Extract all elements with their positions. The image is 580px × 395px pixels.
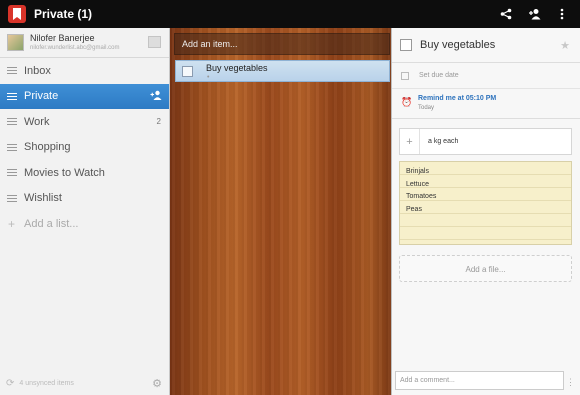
sidebar-item-label: Movies to Watch bbox=[24, 166, 105, 179]
subtask-text: a kg each bbox=[428, 138, 459, 145]
avatar bbox=[7, 34, 24, 51]
add-person-icon[interactable] bbox=[520, 0, 548, 28]
sidebar-item-wishlist[interactable]: Wishlist bbox=[0, 186, 169, 212]
detail-checkbox[interactable] bbox=[400, 39, 412, 51]
alarm-clock-icon: ⏰ bbox=[401, 97, 413, 107]
comment-input[interactable]: Add a comment... bbox=[395, 371, 564, 390]
task-title: Buy vegetables bbox=[206, 63, 268, 73]
subtask-item[interactable]: + a kg each bbox=[399, 128, 572, 155]
sidebar-item-private[interactable]: Private bbox=[0, 83, 169, 109]
sidebar-item-label: Shopping bbox=[24, 141, 71, 154]
reminder-day: Today bbox=[418, 105, 435, 111]
comment-overflow-icon[interactable]: ⋮ bbox=[566, 377, 575, 388]
sidebar-item-movies-to-watch[interactable]: Movies to Watch bbox=[0, 160, 169, 186]
detail-title[interactable]: Buy vegetables bbox=[420, 39, 495, 51]
profile-name: Nilofer Banerjee bbox=[30, 32, 95, 43]
share-list-icon[interactable] bbox=[150, 90, 162, 103]
list-icon bbox=[7, 194, 17, 202]
sidebar-item-label: Work bbox=[24, 115, 50, 128]
reminder-label: Remind me at 05:10 PM bbox=[418, 95, 497, 102]
set-due-date-row[interactable]: Set due date bbox=[392, 63, 580, 89]
sidebar-item-label: Private bbox=[24, 90, 59, 103]
sidebar-item-label: Wishlist bbox=[24, 192, 62, 205]
sidebar-footer: ⟳ 4 unsynced items ⚙ bbox=[0, 371, 169, 395]
inbox-tray-icon[interactable] bbox=[148, 36, 161, 48]
sync-icon[interactable]: ⟳ bbox=[6, 378, 14, 389]
reminder-row[interactable]: ⏰ Remind me at 05:10 PM Today bbox=[392, 89, 580, 119]
list-icon bbox=[7, 92, 17, 100]
note-line: Lettuce bbox=[406, 180, 429, 188]
share-icon[interactable] bbox=[492, 0, 520, 28]
top-action-bar: Private (1) bbox=[0, 0, 580, 28]
detail-header: Buy vegetables ★ bbox=[392, 28, 580, 63]
note-line: Brinjals bbox=[406, 168, 429, 175]
sidebar-item-shopping[interactable]: Shopping bbox=[0, 135, 169, 161]
note-line: Peas bbox=[406, 205, 422, 213]
add-item-input[interactable]: Add an item... bbox=[174, 33, 390, 55]
overflow-menu-icon[interactable] bbox=[548, 0, 576, 28]
list-icon bbox=[7, 169, 17, 177]
add-file-button[interactable]: Add a file... bbox=[399, 255, 572, 282]
task-row[interactable]: Buy vegetables • bbox=[175, 60, 390, 82]
task-detail-panel: Buy vegetables ★ Set due date ⏰ Remind m… bbox=[391, 28, 580, 395]
page-title: Private (1) bbox=[34, 7, 93, 21]
gear-icon[interactable]: ⚙ bbox=[152, 377, 162, 390]
user-profile[interactable]: Nilofer Banerjee nilofer.wunderlist.abc@… bbox=[0, 28, 169, 58]
item-count-badge: 2 bbox=[156, 117, 161, 127]
task-checkbox[interactable] bbox=[182, 66, 193, 77]
star-icon[interactable]: ★ bbox=[560, 39, 570, 52]
list-icon bbox=[7, 118, 17, 126]
task-list-area: Add an item... Buy vegetables • bbox=[170, 28, 391, 395]
wunderlist-logo-icon[interactable] bbox=[8, 5, 26, 23]
note-area[interactable]: Brinjals Lettuce Tomatoes Peas bbox=[399, 161, 572, 245]
sidebar: Nilofer Banerjee nilofer.wunderlist.abc@… bbox=[0, 28, 170, 395]
sidebar-item-label: Inbox bbox=[24, 64, 51, 77]
sidebar-item-work[interactable]: Work 2 bbox=[0, 109, 169, 135]
list-icon bbox=[7, 143, 17, 151]
calendar-icon bbox=[401, 71, 409, 80]
plus-icon[interactable]: + bbox=[400, 129, 420, 154]
add-list-button[interactable]: + Add a list... bbox=[0, 211, 169, 236]
list-icon bbox=[7, 67, 17, 75]
add-list-label: Add a list... bbox=[24, 217, 79, 230]
sidebar-item-inbox[interactable]: Inbox bbox=[0, 58, 169, 84]
top-actions bbox=[492, 0, 576, 28]
due-date-label: Set due date bbox=[419, 72, 459, 79]
sync-status: 4 unsynced items bbox=[19, 379, 74, 387]
profile-email: nilofer.wunderlist.abc@gmail.com bbox=[30, 44, 120, 51]
task-note-indicator: • bbox=[207, 74, 210, 81]
note-line: Tomatoes bbox=[406, 193, 437, 200]
plus-icon: + bbox=[8, 216, 16, 231]
